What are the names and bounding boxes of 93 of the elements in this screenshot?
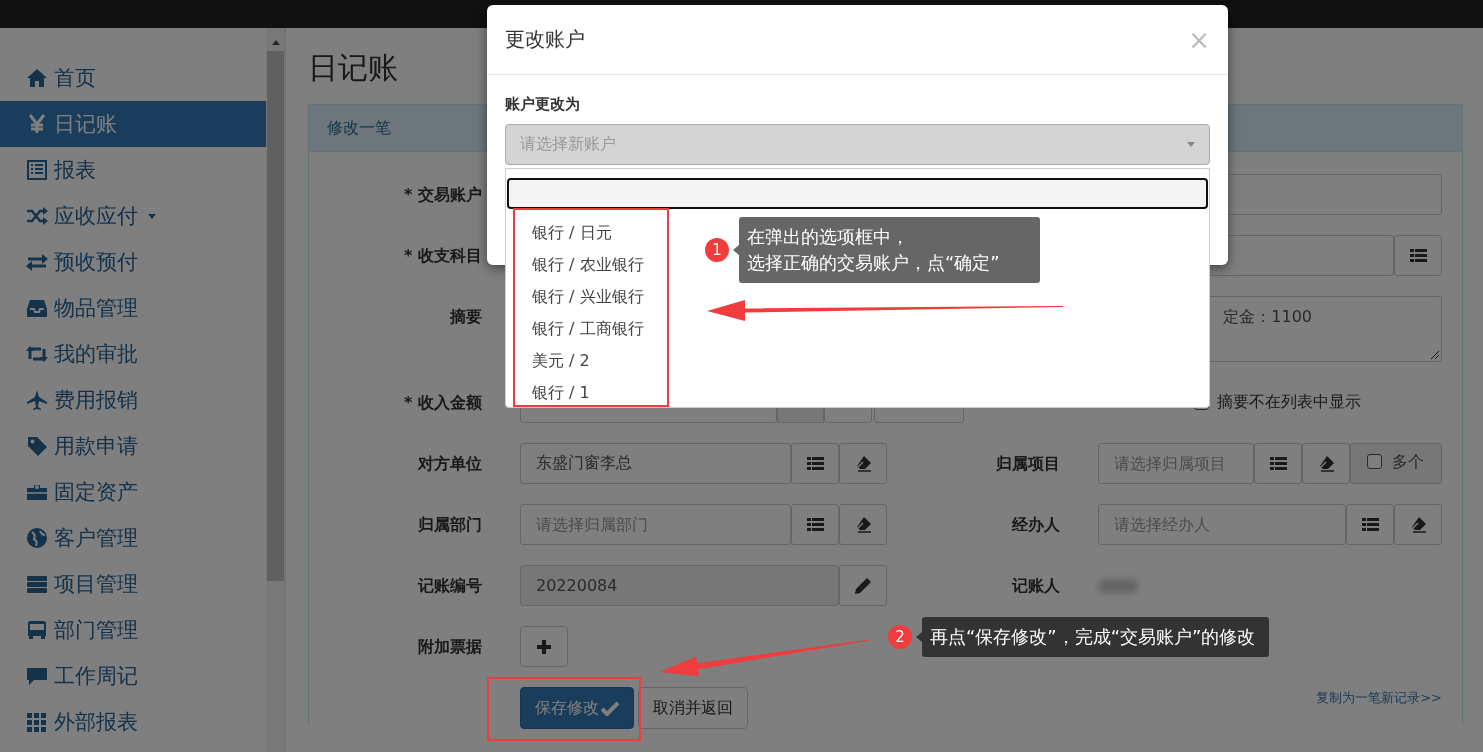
eraser-icon	[854, 516, 872, 533]
sidebar-item[interactable]: 报表	[0, 147, 266, 193]
yen-icon	[26, 113, 48, 135]
resize-grip-icon	[1431, 351, 1439, 359]
field-label: * 收支科目	[403, 245, 482, 267]
callout-text: 再点“保存修改”，完成“交易账户”的修改	[922, 617, 1270, 657]
caret-icon	[1187, 142, 1195, 147]
list-icon	[1409, 248, 1427, 263]
sidebar-item[interactable]: 项目管理	[0, 561, 266, 607]
field-label: 附加票据	[417, 636, 482, 658]
globe-icon	[26, 527, 48, 549]
sidebar-item[interactable]: 客户管理	[0, 515, 266, 561]
pointer-icon	[733, 245, 739, 255]
dropdown-option[interactable]: 银行 / 日元	[532, 217, 612, 249]
shuffle-icon	[26, 205, 48, 227]
speech-bubble-icon	[26, 665, 48, 687]
list-icon	[806, 517, 824, 532]
sidebar-item[interactable]: 用款申请	[0, 423, 266, 469]
list-button[interactable]	[1346, 504, 1394, 545]
field-label: 归属项目	[995, 453, 1060, 475]
multi-option[interactable]: 多个	[1350, 443, 1442, 484]
sidebar-item[interactable]: 预收预付	[0, 239, 266, 285]
field-label: * 交易账户	[403, 184, 482, 206]
airplane-icon	[26, 389, 48, 411]
edit-button[interactable]	[839, 565, 887, 606]
callout-text: 在弹出的选项框中， 选择正确的交易账户，点“确定”	[739, 217, 1040, 283]
select-placeholder: 请选择新账户	[520, 134, 616, 155]
scroll-thumb[interactable]	[267, 51, 284, 581]
dropdown-option[interactable]: 银行 / 兴业银行	[532, 281, 644, 313]
pencil-icon	[854, 576, 872, 595]
checkbox-label: 摘要不在列表中显示	[1217, 392, 1361, 413]
step-badge: 2	[888, 625, 912, 649]
close-button[interactable]: ×	[1188, 26, 1210, 53]
clear-button[interactable]	[1302, 443, 1350, 484]
list-icon	[806, 456, 824, 471]
list-button[interactable]	[791, 504, 839, 545]
grid-icon	[26, 711, 48, 733]
field-value: 定金：1100	[1223, 307, 1312, 328]
field-label: 对方单位	[416, 453, 482, 475]
sidebar-item[interactable]: 固定资产	[0, 469, 266, 515]
page-title: 日记账	[308, 50, 399, 86]
sidebar-item[interactable]: 外部报表	[0, 699, 266, 745]
list-button[interactable]	[1254, 443, 1302, 484]
eraser-icon	[854, 455, 872, 472]
dropdown-option[interactable]: 美元 / 2	[532, 345, 590, 377]
sidebar-item[interactable]: 费用报销	[0, 377, 266, 423]
sidebar-item[interactable]: 应收应付	[0, 193, 266, 239]
input-field[interactable]: 东盛门窗李总	[520, 443, 791, 484]
save-button[interactable]: 保存修改	[520, 687, 634, 729]
modal-title: 更改账户	[505, 26, 585, 53]
checkmark-icon	[601, 700, 619, 716]
scrollbar[interactable]	[266, 28, 285, 752]
tag-icon	[26, 435, 48, 457]
sidebar-item[interactable]: 部门管理	[0, 607, 266, 653]
inbox-icon	[26, 297, 48, 319]
cancel-button[interactable]: 取消并返回	[638, 687, 748, 729]
list-icon	[26, 159, 48, 181]
clear-button[interactable]	[839, 443, 887, 484]
dropdown-option[interactable]: 银行 / 工商银行	[532, 313, 644, 345]
field-label: * 收入金额	[403, 392, 482, 414]
field-label: 摘要	[448, 306, 482, 328]
list-icon	[1269, 456, 1287, 471]
sidebar-item[interactable]: 物品管理	[0, 285, 266, 331]
scroll-up-icon	[271, 40, 280, 45]
bus-icon	[26, 619, 48, 641]
sidebar-item[interactable]: 日记账	[0, 101, 266, 147]
dropdown-option[interactable]: 银行 / 1	[532, 377, 590, 409]
search-field[interactable]	[507, 178, 1208, 209]
list-button[interactable]	[791, 443, 839, 484]
add-button[interactable]	[520, 626, 568, 667]
list-icon	[1361, 517, 1379, 532]
checkbox-label: 多个	[1392, 454, 1424, 470]
field-label: 归属部门	[417, 514, 482, 536]
eraser-icon	[1317, 455, 1335, 472]
pointer-icon	[916, 632, 922, 642]
plus-icon	[536, 638, 552, 655]
field-label: 记账编号	[416, 575, 482, 597]
exchange-icon	[26, 251, 48, 273]
redacted-name	[1098, 579, 1138, 593]
dropdown-option[interactable]: 银行 / 农业银行	[532, 249, 644, 281]
eraser-icon	[1409, 516, 1427, 533]
field-label: 经办人	[1011, 514, 1060, 536]
clear-button[interactable]	[1394, 504, 1442, 545]
account-select[interactable]: 请选择新账户	[505, 124, 1210, 165]
sidebar-item[interactable]: 首页	[0, 55, 266, 101]
sidebar-item[interactable]: 工作周记	[0, 653, 266, 699]
checkbox[interactable]	[1367, 454, 1382, 469]
home-icon	[26, 67, 48, 89]
field-label: 记账人	[1010, 575, 1060, 597]
sidebar-item[interactable]: 我的审批	[0, 331, 266, 377]
clear-button[interactable]	[839, 504, 887, 545]
server-icon	[26, 573, 48, 595]
list-button[interactable]	[1394, 235, 1442, 276]
